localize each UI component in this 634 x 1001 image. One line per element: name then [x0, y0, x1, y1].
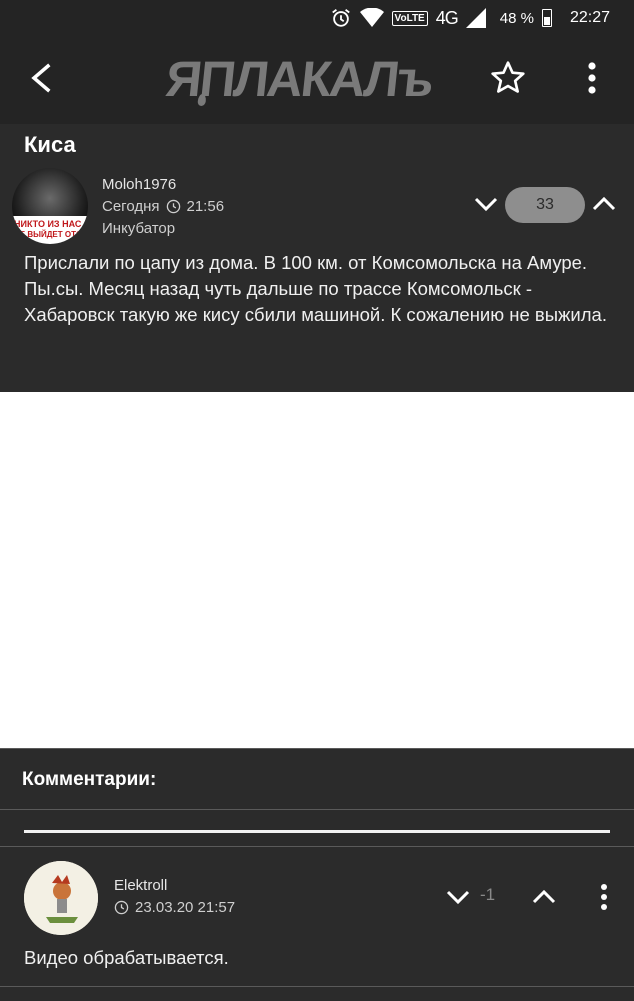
post-date: Сегодня 21:56: [102, 198, 224, 215]
more-vert-icon: [601, 884, 607, 910]
post-author[interactable]: Moloh1976: [102, 176, 176, 193]
clock-icon: [166, 199, 180, 214]
alarm-icon: [331, 9, 350, 27]
chevron-up-icon: [592, 196, 616, 211]
post-title: Киса: [24, 132, 76, 157]
vote-down-button[interactable]: [472, 190, 500, 218]
clock: 22:27: [569, 9, 610, 26]
chevron-down-icon: [474, 197, 498, 212]
post-rating: 33: [505, 187, 585, 223]
clock-icon: [114, 900, 129, 915]
comment-date: 23.03.20 21:57: [114, 899, 235, 916]
volte-badge: VoLTE: [391, 10, 428, 26]
battery-icon: [541, 9, 552, 27]
next-comment-edge: [0, 986, 634, 1001]
comment-rating: -1: [480, 885, 496, 904]
author-rank: Инкубатор: [102, 220, 176, 237]
chevron-up-icon: [532, 889, 556, 904]
app-logo[interactable]: ЯПЛАКАЛъ: [163, 50, 435, 110]
chevron-down-icon: [446, 890, 470, 905]
post-date-label: Сегодня: [102, 198, 160, 215]
comments-divider: [24, 830, 610, 833]
comment-vote-up-button[interactable]: [530, 883, 558, 911]
avatar-text-line1: НИКТО ИЗ НАС: [14, 219, 82, 229]
post: Киса НИКТО ИЗ НАС НЕ ВЫЙДЕТ ОТСЮДА Moloh…: [0, 124, 634, 392]
comment-avatar[interactable]: [24, 861, 98, 935]
star-icon: [491, 61, 525, 93]
avatar-image-icon: [24, 861, 98, 935]
signal-icon: [465, 8, 486, 28]
avatar-text-line2: НЕ ВЫЙДЕТ ОТСЮДА: [14, 230, 88, 239]
battery-percent: 48 %: [499, 9, 534, 27]
wifi-icon: [359, 8, 384, 27]
overflow-menu-button[interactable]: [578, 58, 606, 98]
comment-text: Видео обрабатывается.: [24, 947, 229, 968]
post-body-line1: Прислали по цапу из дома. В 100 км. от К…: [24, 252, 588, 273]
post-time: 21:56: [186, 198, 225, 215]
back-button[interactable]: [22, 58, 62, 98]
status-bar: VoLTE 4G 48 % 22:27: [0, 0, 634, 36]
more-vert-icon: [588, 62, 596, 94]
comment-item: Elektroll 23.03.20 21:57 -1 Видео обраба…: [0, 846, 634, 987]
post-body: Прислали по цапу из дома. В 100 км. от К…: [24, 250, 614, 328]
avatar-banner: НИКТО ИЗ НАС НЕ ВЫЙДЕТ ОТСЮДА: [12, 216, 88, 244]
post-media[interactable]: [0, 392, 634, 748]
comment-menu-button[interactable]: [592, 881, 616, 913]
post-body-line2: Пы.сы. Месяц назад чуть дальше по трассе…: [24, 278, 607, 325]
network-type: 4G: [435, 7, 459, 28]
app-bar: ЯПЛАКАЛъ: [0, 36, 634, 124]
comment-datetime: 23.03.20 21:57: [135, 899, 236, 916]
author-avatar[interactable]: НИКТО ИЗ НАС НЕ ВЫЙДЕТ ОТСЮДА: [12, 168, 88, 244]
favorite-button[interactable]: [488, 58, 528, 98]
vote-up-button[interactable]: [590, 190, 618, 218]
back-arrow-icon: [31, 63, 51, 93]
comments-header: Комментарии:: [0, 748, 634, 810]
comments-title: Комментарии:: [22, 769, 157, 790]
comment-vote-down-button[interactable]: [444, 883, 472, 911]
comment-author[interactable]: Elektroll: [114, 877, 167, 894]
